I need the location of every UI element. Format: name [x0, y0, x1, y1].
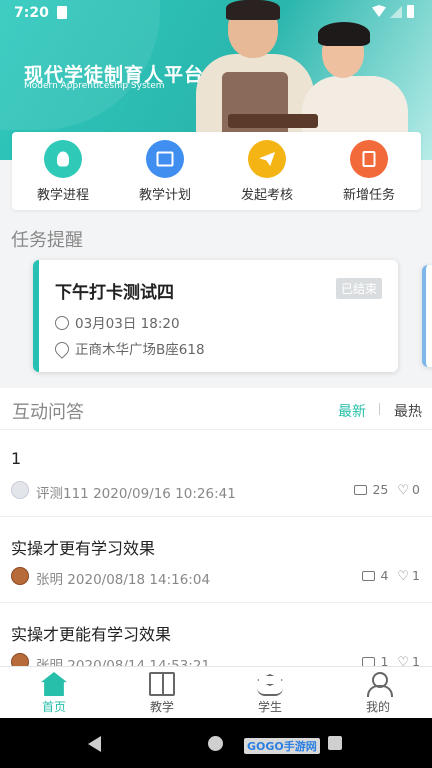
- system-navigation-bar: [0, 718, 432, 768]
- quick-action-add-task[interactable]: 新增任务: [318, 140, 420, 206]
- quick-actions-card: 教学进程 教学计划 发起考核 新增任务: [12, 132, 421, 210]
- comment-icon: [354, 485, 368, 495]
- task-time: 03月03日 18:20: [75, 316, 180, 332]
- task-reminder-title: 任务提醒: [11, 230, 83, 251]
- like-count: 1: [412, 568, 420, 583]
- status-badge: 已结束: [335, 278, 382, 299]
- tab-teaching[interactable]: 教学: [108, 667, 216, 719]
- task-card-accent: [33, 260, 39, 372]
- quick-action-icon-bg: [44, 140, 82, 178]
- qa-datetime: 2020/08/18 14:16:04: [67, 572, 211, 588]
- qa-stats: 25 ♡ 0: [354, 482, 420, 498]
- quick-action-icon-bg: [350, 140, 388, 178]
- recent-apps-icon[interactable]: [328, 736, 342, 750]
- quick-action-label: 教学计划: [138, 188, 191, 203]
- graduation-cap-icon: [257, 672, 283, 696]
- tab-label: 首页: [41, 700, 66, 714]
- calendar-icon: [156, 151, 174, 167]
- qa-author: 张明: [36, 572, 63, 588]
- add-task-icon: [362, 151, 376, 167]
- task-time-row: 03月03日 18:20: [55, 312, 180, 332]
- task-card[interactable]: 下午打卡测试四 已结束 03月03日 18:20 正商木华广场B座618: [33, 260, 398, 372]
- task-location-row: 正商木华广场B座618: [52, 338, 205, 359]
- quick-action-label: 新增任务: [342, 188, 395, 203]
- sort-divider: [379, 403, 380, 415]
- clock-icon: [55, 316, 69, 330]
- status-bar: 7:20: [0, 0, 432, 26]
- qa-list-item[interactable]: 实操才更有学习效果 张明 2020/08/18 14:16:04 4 ♡ 1: [0, 517, 432, 603]
- send-icon: [259, 152, 275, 166]
- qa-list-item[interactable]: 1 评测111 2020/09/16 10:26:41 25 ♡ 0: [0, 431, 432, 517]
- tab-home[interactable]: 首页: [0, 667, 108, 719]
- heart-icon: ♡: [397, 569, 410, 584]
- heart-icon: ♡: [397, 483, 410, 498]
- tab-students[interactable]: 学生: [216, 667, 324, 719]
- next-task-card-peek[interactable]: [422, 265, 432, 367]
- qa-question: 实操才更有学习效果: [11, 539, 156, 558]
- back-icon[interactable]: [88, 736, 101, 752]
- quick-action-icon-bg: [146, 140, 184, 178]
- tab-mine[interactable]: 我的: [324, 667, 432, 719]
- qa-author-line: 张明 2020/08/18 14:16:04: [36, 568, 210, 588]
- comment-count: 25: [372, 482, 389, 497]
- quick-action-label: 发起考核: [240, 188, 293, 203]
- bulb-icon: [57, 151, 69, 167]
- qa-question: 实操才更能有学习效果: [11, 625, 172, 644]
- quick-action-teaching-progress[interactable]: 教学进程: [12, 140, 114, 206]
- qa-datetime: 2020/09/16 10:26:41: [93, 486, 236, 502]
- hero-subtitle: Modern Apprenticeship System: [24, 81, 165, 91]
- task-name: 下午打卡测试四: [55, 283, 174, 303]
- tab-label: 我的: [365, 700, 390, 714]
- avatar: [11, 481, 29, 499]
- qa-section-title: 互动问答: [12, 402, 84, 423]
- qa-panel: 互动问答 最新 最热 1 评测111 2020/09/16 10:26:41 2…: [0, 388, 432, 689]
- qa-author: 评测111: [36, 486, 89, 502]
- sim-icon: [57, 6, 67, 19]
- location-pin-icon: [52, 339, 72, 359]
- hero-illustration-tray: [228, 114, 318, 128]
- quick-action-teaching-plan[interactable]: 教学计划: [114, 140, 216, 206]
- bottom-tab-bar: 首页 教学 学生 我的: [0, 666, 432, 718]
- comment-icon: [362, 571, 376, 581]
- task-location: 正商木华广场B座618: [75, 342, 205, 358]
- qa-stats: 4 ♡ 1: [362, 568, 420, 584]
- book-icon: [149, 672, 175, 696]
- tab-label: 教学: [149, 700, 174, 714]
- user-icon: [365, 672, 393, 697]
- sort-latest-tab[interactable]: 最新: [338, 401, 366, 421]
- avatar: [11, 567, 29, 585]
- status-time: 7:20: [14, 5, 49, 21]
- watermark: GOGO手游网: [244, 738, 320, 754]
- home-icon: [41, 672, 67, 696]
- qa-question: 1: [11, 449, 22, 468]
- home-circle-icon[interactable]: [208, 736, 223, 751]
- qa-header: 互动问答 最新 最热: [0, 388, 432, 430]
- like-count: 0: [412, 482, 420, 497]
- wifi-icon: [372, 5, 386, 17]
- quick-action-start-assessment[interactable]: 发起考核: [216, 140, 318, 206]
- quick-action-label: 教学进程: [36, 188, 89, 203]
- quick-action-icon-bg: [248, 140, 286, 178]
- battery-icon: [407, 5, 414, 18]
- sort-hot-tab[interactable]: 最热: [394, 401, 422, 421]
- signal-icon: [390, 6, 402, 18]
- tab-label: 学生: [257, 700, 282, 714]
- comment-count: 4: [380, 568, 389, 583]
- qa-author-line: 评测111 2020/09/16 10:26:41: [36, 482, 236, 502]
